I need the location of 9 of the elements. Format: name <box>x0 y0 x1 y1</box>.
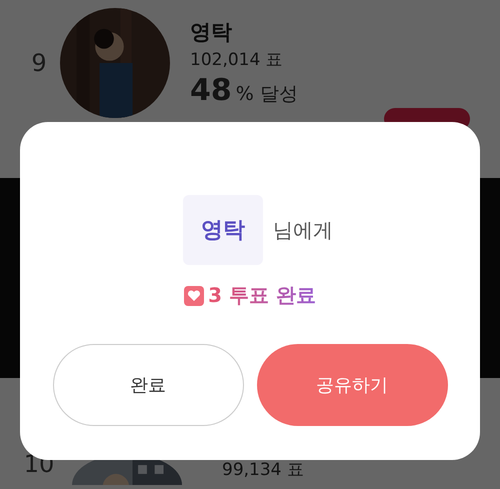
vote-count: 102,014 표 <box>190 49 284 71</box>
recipient-label: 님에게 <box>273 216 333 244</box>
percent-label: % 달성 <box>236 82 298 107</box>
rank-number: 9 <box>30 49 48 77</box>
done-button[interactable]: 완료 <box>52 344 244 426</box>
artist-name: 영탁 <box>190 19 233 46</box>
vote-count: 99,134 표 <box>222 461 305 480</box>
recipient-name: 영탁 <box>183 195 263 265</box>
percent-value: 48 <box>190 73 232 108</box>
